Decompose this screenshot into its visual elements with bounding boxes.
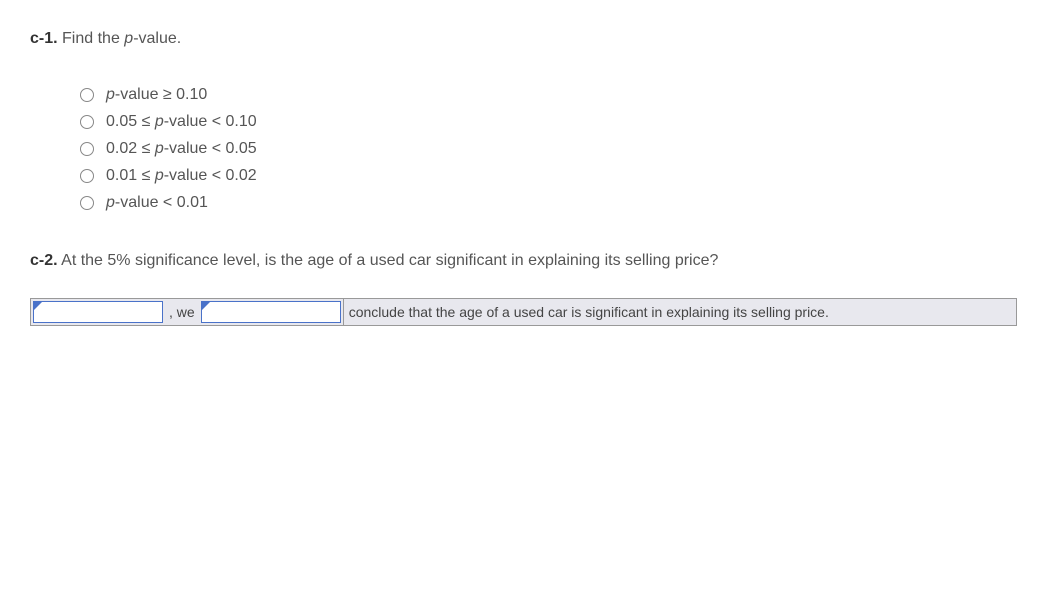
dropdown-conclusion[interactable] <box>201 301 341 323</box>
option-row[interactable]: 0.02 ≤ p-value < 0.05 <box>80 140 1017 158</box>
radio-icon[interactable] <box>80 142 94 156</box>
dropdown-indicator-icon <box>201 301 211 311</box>
option-row[interactable]: p-value ≥ 0.10 <box>80 86 1017 104</box>
option-row[interactable]: p-value < 0.01 <box>80 194 1017 212</box>
question-c2-prompt: c-2. At the 5% significance level, is th… <box>30 252 1017 270</box>
question-c1-italic: p <box>124 30 133 47</box>
radio-icon[interactable] <box>80 88 94 102</box>
question-c1-label: c-1. <box>30 30 58 47</box>
radio-icon[interactable] <box>80 169 94 183</box>
question-c1-text-before: Find the <box>58 30 125 47</box>
option-label: 0.05 ≤ p-value < 0.10 <box>106 113 257 131</box>
options-list: p-value ≥ 0.10 0.05 ≤ p-value < 0.10 0.0… <box>80 86 1017 212</box>
option-label: 0.01 ≤ p-value < 0.02 <box>106 167 257 185</box>
question-c2: c-2. At the 5% significance level, is th… <box>30 252 1017 326</box>
option-label: p-value ≥ 0.10 <box>106 86 207 104</box>
connector-text: , we <box>165 299 199 325</box>
option-label: 0.02 ≤ p-value < 0.05 <box>106 140 257 158</box>
question-c1: c-1. Find the p-value. p-value ≥ 0.10 0.… <box>30 30 1017 212</box>
question-c1-text-after: -value. <box>133 30 181 47</box>
option-row[interactable]: 0.01 ≤ p-value < 0.02 <box>80 167 1017 185</box>
question-c2-text: At the 5% significance level, is the age… <box>58 252 719 269</box>
answer-strip: , we conclude that the age of a used car… <box>30 298 1017 326</box>
dropdown-indicator-icon <box>33 301 43 311</box>
radio-icon[interactable] <box>80 115 94 129</box>
conclusion-text: conclude that the age of a used car is s… <box>343 299 1016 325</box>
question-c2-label: c-2. <box>30 252 58 269</box>
option-row[interactable]: 0.05 ≤ p-value < 0.10 <box>80 113 1017 131</box>
question-c1-prompt: c-1. Find the p-value. <box>30 30 1017 48</box>
radio-icon[interactable] <box>80 196 94 210</box>
option-label: p-value < 0.01 <box>106 194 208 212</box>
dropdown-decision[interactable] <box>33 301 163 323</box>
